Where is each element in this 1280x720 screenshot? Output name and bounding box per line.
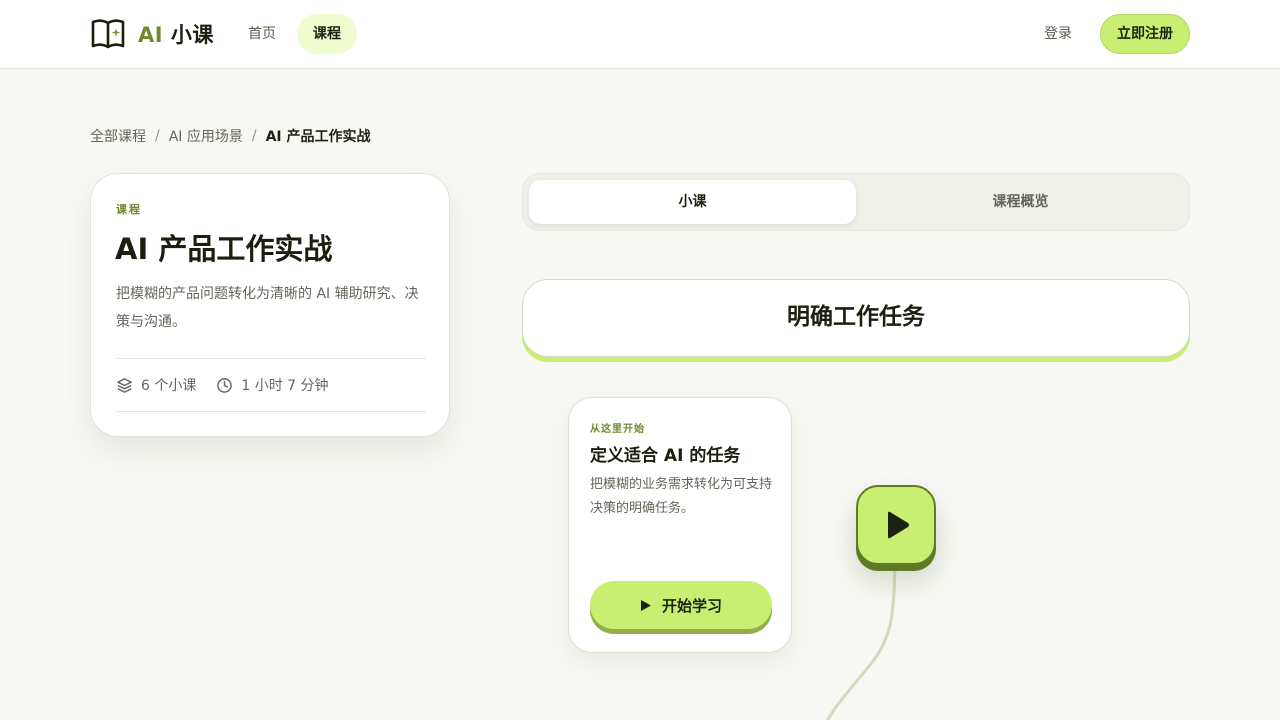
start-learning-button[interactable]: 开始学习 bbox=[590, 581, 772, 629]
logo-text-main: 小课 bbox=[170, 23, 214, 47]
open-book-sparkle-icon bbox=[91, 19, 125, 49]
tab-lessons[interactable]: 小课 bbox=[529, 180, 856, 224]
lessons-count-text: 6 个小课 bbox=[141, 378, 197, 394]
signup-button[interactable]: 立即注册 bbox=[1100, 14, 1190, 54]
lesson-kicker: 从这里开始 bbox=[590, 424, 645, 435]
course-description: 把模糊的产品问题转化为清晰的 AI 辅助研究、决策与沟通。 bbox=[116, 286, 419, 330]
breadcrumb-separator: / bbox=[155, 128, 160, 144]
start-learning-label: 开始学习 bbox=[661, 596, 722, 615]
breadcrumb-ai-scenarios[interactable]: AI 应用场景 bbox=[169, 126, 243, 146]
breadcrumb-current: AI 产品工作实战 bbox=[265, 129, 371, 145]
lessons-count: 6 个小课 bbox=[116, 375, 196, 395]
nav-home[interactable]: 首页 bbox=[232, 14, 292, 54]
breadcrumb: 全部课程 / AI 应用场景 / AI 产品工作实战 bbox=[90, 126, 371, 146]
logo-text: AI 小课 bbox=[138, 19, 214, 49]
course-title: AI 产品工作实战 bbox=[115, 232, 333, 266]
breadcrumb-separator: / bbox=[251, 128, 257, 144]
lesson-path-connector bbox=[825, 553, 897, 720]
play-icon bbox=[640, 599, 651, 611]
course-meta: 6 个小课 1 小时 7 分钟 bbox=[116, 358, 426, 412]
logo-text-ai: AI bbox=[138, 23, 164, 47]
login-link[interactable]: 登录 bbox=[1028, 14, 1088, 54]
course-duration: 1 小时 7 分钟 bbox=[216, 375, 329, 395]
play-icon bbox=[888, 511, 909, 539]
breadcrumb-all-courses[interactable]: 全部课程 bbox=[90, 126, 146, 146]
lesson-description: 把模糊的业务需求转化为可支持决策的明确任务。 bbox=[590, 477, 773, 516]
layers-icon bbox=[117, 377, 132, 393]
course-kicker: 课程 bbox=[116, 203, 142, 216]
lesson-title: 定义适合 AI 的任务 bbox=[590, 446, 741, 466]
tab-overview[interactable]: 课程概览 bbox=[857, 180, 1184, 224]
course-duration-text: 1 小时 7 分钟 bbox=[241, 378, 329, 394]
unit-header: 明确工作任务 bbox=[522, 279, 1190, 357]
logo[interactable]: AI 小课 bbox=[90, 17, 214, 51]
lesson-play-node[interactable] bbox=[856, 485, 936, 565]
course-info-card: 课程 AI 产品工作实战 把模糊的产品问题转化为清晰的 AI 辅助研究、决策与沟… bbox=[90, 173, 450, 437]
top-header: AI 小课 首页 课程 登录 立即注册 bbox=[0, 0, 1280, 69]
nav-course[interactable]: 课程 bbox=[297, 14, 357, 54]
clock-icon bbox=[217, 377, 233, 393]
lesson-card: 从这里开始 定义适合 AI 的任务 把模糊的业务需求转化为可支持决策的明确任务。… bbox=[568, 397, 792, 653]
course-tabs: 小课 课程概览 bbox=[522, 173, 1190, 231]
